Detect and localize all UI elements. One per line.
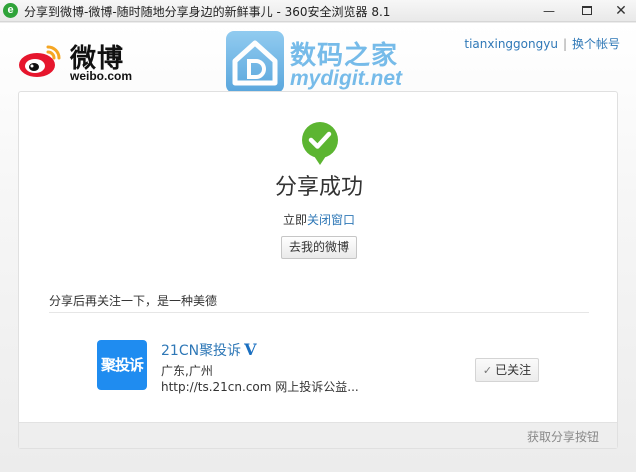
verified-icon: V (244, 340, 257, 359)
check-icon: ✓ (482, 364, 493, 377)
maximize-icon (582, 6, 592, 15)
close-window-line: 立即关闭窗口 (19, 211, 619, 228)
separator: | (562, 37, 567, 51)
divider (49, 312, 589, 313)
minimize-button[interactable]: — (528, 0, 570, 22)
window-titlebar: e 分享到微博-微博-随时随地分享身边的新鲜事儿 - 360安全浏览器 8.1 … (0, 0, 636, 22)
weibo-eye-icon (19, 45, 61, 77)
window-title: 分享到微博-微博-随时随地分享身边的新鲜事儿 - 360安全浏览器 8.1 (24, 5, 391, 19)
watermark: 数码之家 mydigit.net (226, 31, 416, 95)
account-name: 21CN聚投诉 V (161, 340, 256, 360)
user-links: tianxinggongyu | 换个帐号 (464, 35, 620, 52)
house-icon (226, 31, 284, 93)
weibo-logo[interactable]: 微博 weibo.com (18, 35, 148, 83)
followed-label: 已关注 (495, 363, 532, 377)
logo-subtext: weibo.com (70, 69, 133, 83)
username-link[interactable]: tianxinggongyu (464, 37, 558, 51)
followed-button[interactable]: ✓ 已关注 (475, 358, 539, 382)
go-my-weibo-button[interactable]: 去我的微博 (281, 236, 357, 259)
browser-icon: e (3, 3, 18, 18)
account-description: http://ts.21cn.com 网上投诉公益... (161, 380, 359, 394)
share-result-card: 分享成功 立即关闭窗口 去我的微博 分享后再关注一下，是一种美德 聚投诉 21C… (18, 91, 618, 449)
switch-account-link[interactable]: 换个帐号 (572, 37, 620, 51)
get-share-button-link[interactable]: 获取分享按钮 (527, 428, 599, 445)
account-avatar[interactable]: 聚投诉 (97, 340, 147, 390)
close-window-button[interactable]: ✕ (600, 0, 636, 22)
success-title: 分享成功 (274, 175, 363, 200)
page: 微博 weibo.com 数码之家 mydigit.net tianxinggo… (0, 23, 636, 472)
footer-bar: 获取分享按钮 (19, 422, 617, 448)
follow-tip: 分享后再关注一下，是一种美德 (49, 294, 218, 308)
close-window-link[interactable]: 关闭窗口 (307, 213, 355, 227)
watermark-en: mydigit.net (290, 67, 403, 90)
account-location: 广东,广州 (161, 364, 213, 378)
success-check-icon (302, 122, 338, 165)
close-prefix: 立即 (282, 213, 307, 227)
account-name-link[interactable]: 21CN聚投诉 (161, 343, 241, 359)
